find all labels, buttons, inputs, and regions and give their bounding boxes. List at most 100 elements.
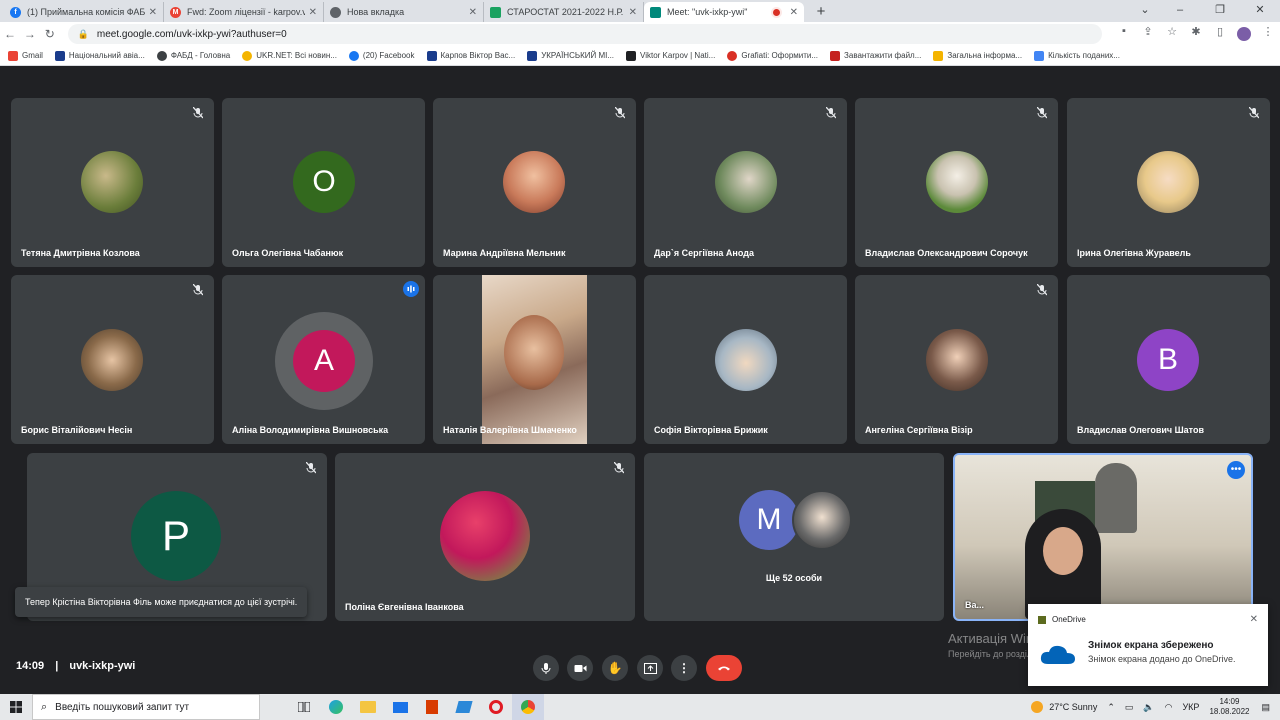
more-participants-tile[interactable]: M Ще 52 особи (644, 453, 944, 621)
more-options-button[interactable]: ⋮ (671, 655, 697, 681)
taskbar-clock[interactable]: 14:09 18.08.2022 (1209, 697, 1249, 717)
menu-icon[interactable]: ⋮ (1256, 25, 1280, 44)
participant-tile[interactable]: О Ольга Олегівна Чабанюк (222, 98, 425, 267)
bookmark-item[interactable]: Gmail (8, 50, 43, 61)
reload-button[interactable]: ↻ (40, 27, 60, 41)
chevron-up-icon[interactable]: ⌃ (1107, 702, 1115, 713)
bookmark-item[interactable]: ФАБД - Головна (156, 50, 230, 61)
notes-icon[interactable] (448, 694, 480, 720)
taskbar-search-input[interactable]: ⌕ Введіть пошуковий запит тут (32, 694, 260, 720)
meeting-details: 14:09 | uvk-ixkp-ywi (16, 660, 136, 672)
bookmark-item[interactable]: Загальна інформа... (933, 50, 1022, 61)
mic-off-icon (612, 105, 628, 121)
bookmark-item[interactable]: Grafiati: Оформити... (727, 50, 818, 61)
camera-status-icon[interactable]: ▪ (1112, 25, 1136, 44)
browser-tab[interactable]: Нова вкладка ✕ (324, 2, 484, 22)
url-input[interactable]: 🔒 meet.google.com/uvk-ixkp-ywi?authuser=… (67, 24, 1102, 44)
bookmark-item[interactable]: UKR.NET: Всі новин... (242, 50, 337, 61)
participant-tile[interactable]: Владислав Олександрович Сорочук (855, 98, 1058, 267)
participant-tile[interactable]: Наталія Валеріївна Шмаченко (433, 275, 636, 444)
start-button[interactable] (0, 694, 32, 720)
lock-icon[interactable]: 🔒 (78, 29, 89, 40)
language-indicator[interactable]: УКР (1182, 702, 1199, 712)
close-icon[interactable]: ✕ (1250, 614, 1258, 625)
participant-name: Ва... (965, 600, 985, 610)
weather-text[interactable]: 27°C Sunny (1049, 702, 1097, 712)
participant-tile[interactable]: Ангеліна Сергіївна Візір (855, 275, 1058, 444)
participant-tile[interactable]: Дар`я Сергіївна Анода (644, 98, 847, 267)
new-tab-button[interactable]: + (810, 2, 832, 22)
bookmark-item[interactable]: УКРАЇНСЬКИЙ МІ... (527, 50, 614, 61)
browser-tab[interactable]: СТАРОСТАТ 2021-2022 Н.Р. ✕ (484, 2, 644, 22)
task-view-icon[interactable] (288, 694, 320, 720)
participant-tile[interactable]: Поліна Євгенівна Іванкова (335, 453, 635, 621)
university-icon (54, 50, 65, 61)
close-icon[interactable]: ✕ (790, 7, 798, 18)
restore-button[interactable]: ❐ (1200, 0, 1240, 22)
share-icon[interactable]: ⇪ (1136, 25, 1160, 44)
close-icon[interactable]: ✕ (309, 7, 317, 18)
participant-tile[interactable]: Ірина Олегівна Журавель (1067, 98, 1270, 267)
bookmark-item[interactable]: (20) Facebook (348, 50, 415, 61)
browser-tab[interactable]: f (1) Приймальна комісія ФАБД Н ✕ (4, 2, 164, 22)
wifi-icon[interactable]: ◠ (1165, 702, 1173, 713)
participant-tile[interactable]: Марина Андріївна Мельник (433, 98, 636, 267)
participant-tile[interactable]: A Аліна Володимирівна Вишновська (222, 275, 425, 444)
forward-button[interactable]: → (20, 27, 40, 41)
extensions-icon[interactable]: ✱ (1184, 25, 1208, 44)
bookmark-item[interactable]: Карпов Віктор Вас... (426, 50, 515, 61)
notifications-icon[interactable]: ▤ (1261, 702, 1270, 713)
face-shape (504, 315, 564, 390)
tab-label: Fwd: Zoom ліцензії - karpov.vikt (187, 7, 305, 17)
close-icon[interactable]: ✕ (149, 7, 157, 18)
close-icon[interactable]: ✕ (469, 7, 477, 18)
camera-button[interactable] (567, 655, 593, 681)
avatar: A (293, 330, 355, 392)
avatar (1137, 151, 1199, 213)
download-icon (830, 50, 841, 61)
system-tray: 27°C Sunny ⌃ ▭ 🔈 ◠ УКР 14:09 18.08.2022 … (1031, 694, 1280, 720)
mic-button[interactable] (533, 655, 559, 681)
chevron-down-icon[interactable]: ⌄ (1130, 0, 1160, 22)
search-icon: ⌕ (41, 700, 48, 713)
bookmark-item[interactable]: Viktor Karpov | Nati... (626, 50, 715, 61)
participant-tile[interactable]: Софія Вікторівна Брижик (644, 275, 847, 444)
avatar (81, 329, 143, 391)
participant-tile[interactable]: Борис Віталійович Несін (11, 275, 214, 444)
office-icon[interactable] (416, 694, 448, 720)
participant-tile[interactable]: Тетяна Дмитрівна Козлова (11, 98, 214, 267)
close-icon[interactable]: ✕ (629, 7, 637, 18)
mic-off-icon (1246, 105, 1262, 121)
browser-tab[interactable]: M Fwd: Zoom ліцензії - karpov.vikt ✕ (164, 2, 324, 22)
camera-icon (574, 664, 586, 672)
bookmark-item[interactable]: Національний авіа... (54, 50, 145, 61)
self-view-tile[interactable]: ••• Ва... (953, 453, 1253, 621)
end-call-button[interactable] (706, 655, 742, 681)
chrome-icon[interactable] (512, 694, 544, 720)
globe-icon (156, 50, 167, 61)
browser-tab-active[interactable]: Meet: "uvk-ixkp-ywi" ✕ (644, 2, 804, 22)
avatar (503, 151, 565, 213)
side-panel-icon[interactable]: ▯ (1208, 25, 1232, 44)
avatar[interactable] (1232, 25, 1256, 44)
volume-icon[interactable]: 🔈 (1143, 702, 1154, 713)
back-button[interactable]: ← (0, 27, 20, 41)
mail-icon[interactable] (384, 694, 416, 720)
bookmark-item[interactable]: Кількість поданих... (1034, 50, 1120, 61)
close-window-button[interactable]: ✕ (1240, 0, 1280, 22)
onedrive-notification[interactable]: OneDrive ✕ Знімок екрана збережено Знімо… (1028, 604, 1268, 686)
participant-tile[interactable]: B Владислав Олегович Шатов (1067, 275, 1270, 444)
stats-icon (1034, 50, 1045, 61)
present-button[interactable] (637, 655, 663, 681)
network-icon[interactable]: ▭ (1125, 702, 1134, 713)
edge-icon[interactable] (320, 694, 352, 720)
avatar: О (293, 151, 355, 213)
participant-name: Поліна Євгенівна Іванкова (345, 602, 464, 612)
file-explorer-icon[interactable] (352, 694, 384, 720)
bookmark-item[interactable]: Завантажити файл... (830, 50, 921, 61)
minimize-button[interactable]: – (1160, 0, 1200, 22)
opera-icon[interactable] (480, 694, 512, 720)
bookmark-star-icon[interactable]: ☆ (1160, 25, 1184, 44)
raise-hand-button[interactable]: ✋ (602, 655, 628, 681)
more-options-icon[interactable]: ••• (1227, 461, 1245, 479)
